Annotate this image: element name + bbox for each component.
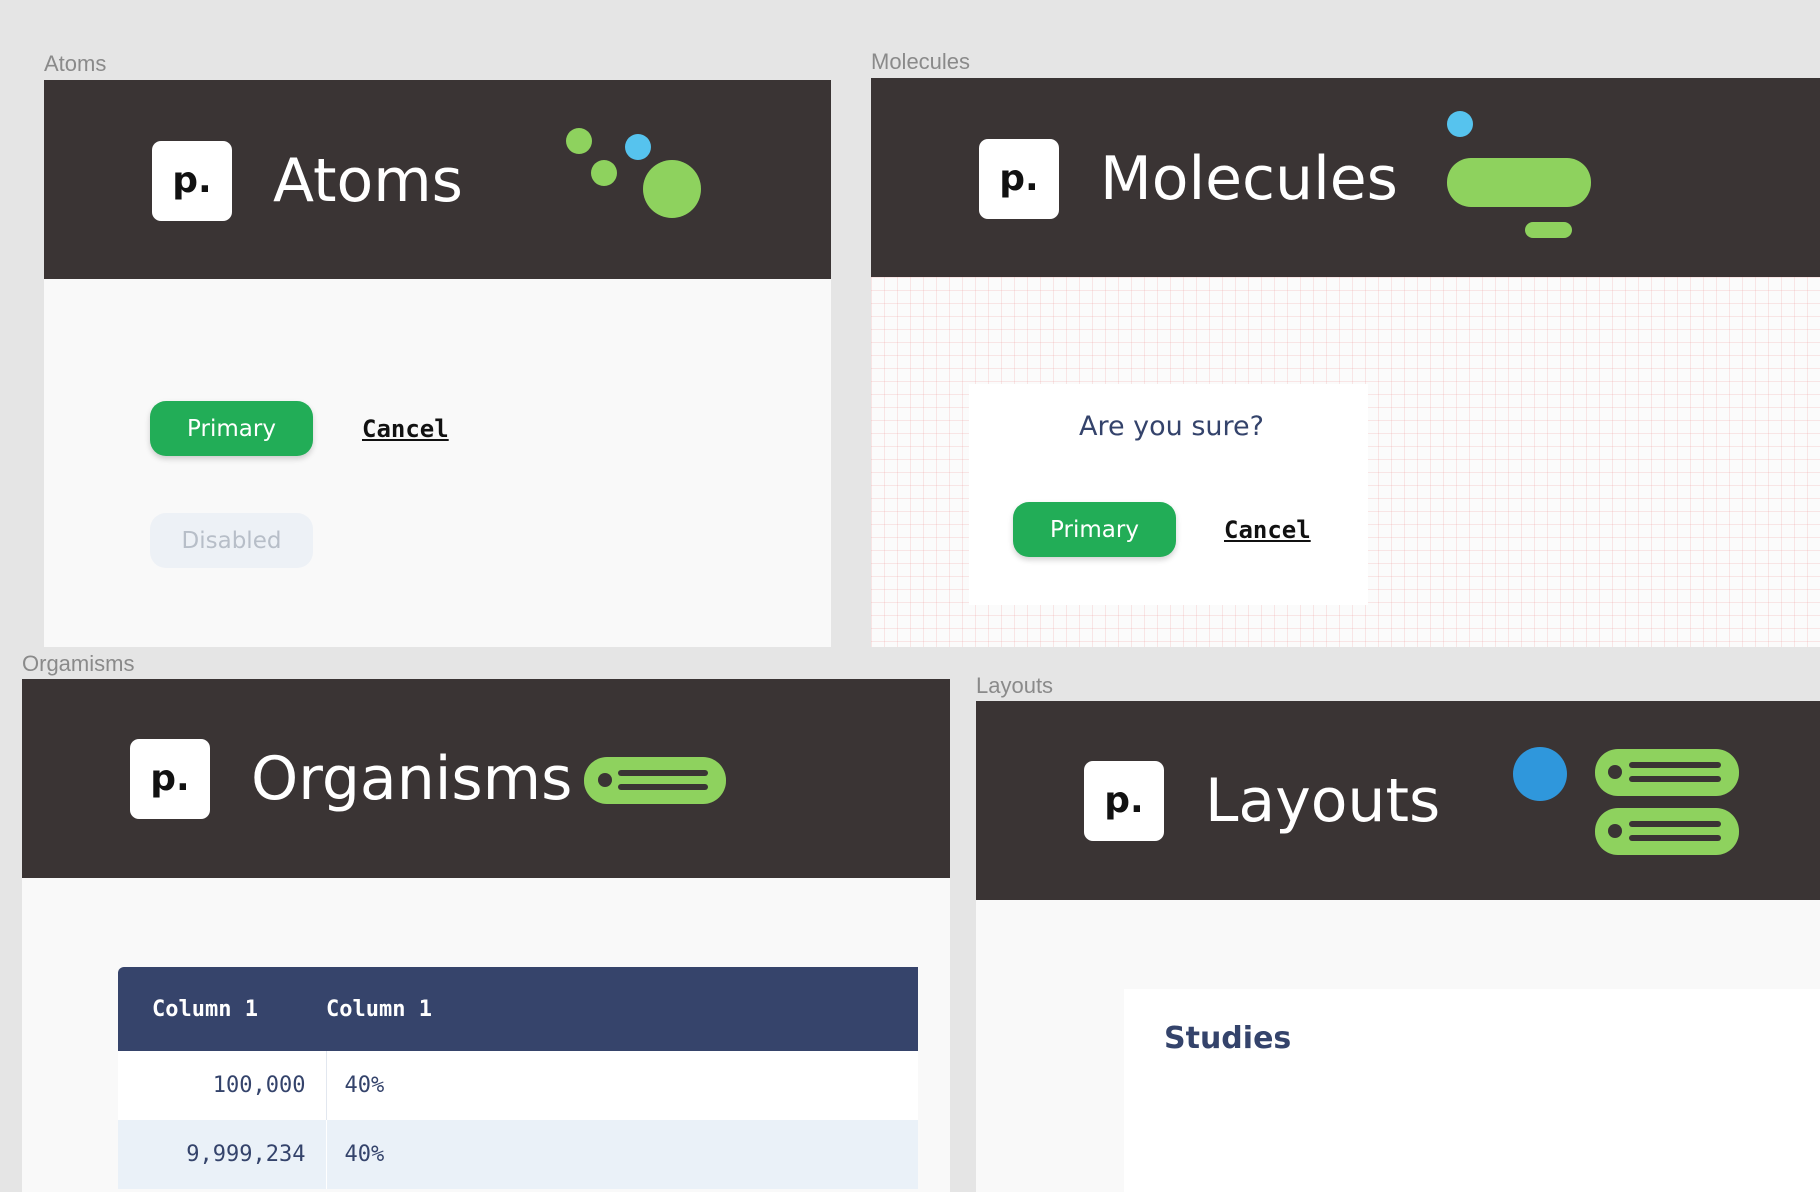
layouts-title: Layouts xyxy=(1205,766,1441,836)
frame-label-molecules: Molecules xyxy=(871,49,971,74)
table-header-row: Column 1 Column 1 xyxy=(118,967,918,1051)
layouts-frame: p. Layouts Studies xyxy=(976,701,1820,1192)
organisms-frame: p. Organisms Column 1 Column 1 100,000 4… xyxy=(22,679,950,1192)
dialog-message: Are you sure? xyxy=(1079,411,1264,442)
table-cell: 100,000 xyxy=(118,1051,327,1120)
table-cell: 40% xyxy=(344,1073,385,1098)
layouts-header: p. Layouts xyxy=(976,701,1820,900)
frame-label-layouts: Layouts xyxy=(976,673,1054,698)
atoms-dots-icon xyxy=(566,128,701,218)
atoms-title: Atoms xyxy=(273,146,463,216)
logo-text: p. xyxy=(150,758,190,799)
studies-card: Studies xyxy=(1124,989,1820,1192)
molecules-header: p. Molecules xyxy=(871,78,1820,277)
logo-text: p. xyxy=(1104,780,1144,821)
molecules-pills-icon xyxy=(1447,111,1591,238)
studies-title: Studies xyxy=(1164,1021,1292,1056)
logo-text: p. xyxy=(172,160,212,201)
molecules-frame: p. Molecules Are you sure? Primary Cance… xyxy=(871,78,1820,647)
frame-label-atoms: Atoms xyxy=(44,51,107,76)
organisms-header: p. Organisms xyxy=(22,679,950,878)
logo-icon: p. xyxy=(1084,761,1164,841)
logo-icon: p. xyxy=(152,141,232,221)
data-table: Column 1 Column 1 100,000 40% 9,999,234 … xyxy=(118,967,918,1189)
table-cell: 40% xyxy=(344,1142,385,1167)
primary-button[interactable]: Primary xyxy=(1013,502,1176,557)
table-row: 100,000 40% xyxy=(118,1051,918,1120)
cancel-button[interactable]: Cancel xyxy=(1224,516,1311,544)
cancel-button[interactable]: Cancel xyxy=(362,415,449,443)
column-header[interactable]: Column 1 xyxy=(326,967,918,1051)
molecules-title: Molecules xyxy=(1100,144,1398,214)
organisms-title: Organisms xyxy=(251,744,573,814)
primary-button[interactable]: Primary xyxy=(150,401,313,456)
table-cell: 9,999,234 xyxy=(118,1120,327,1189)
logo-icon: p. xyxy=(979,139,1059,219)
table-row: 9,999,234 40% xyxy=(118,1120,918,1189)
frame-label-organisms: Orgamisms xyxy=(22,651,135,676)
disabled-button: Disabled xyxy=(150,513,313,568)
organism-list-pill-icon xyxy=(584,757,726,804)
column-header[interactable]: Column 1 xyxy=(118,967,326,1051)
logo-text: p. xyxy=(999,158,1039,199)
confirm-dialog: Are you sure? Primary Cancel xyxy=(969,384,1368,605)
atoms-header: p. Atoms xyxy=(44,80,831,279)
logo-icon: p. xyxy=(130,739,210,819)
layout-list-stack-icon xyxy=(1513,747,1739,855)
atoms-frame: p. Atoms Primary Cancel Disabled xyxy=(44,80,831,647)
